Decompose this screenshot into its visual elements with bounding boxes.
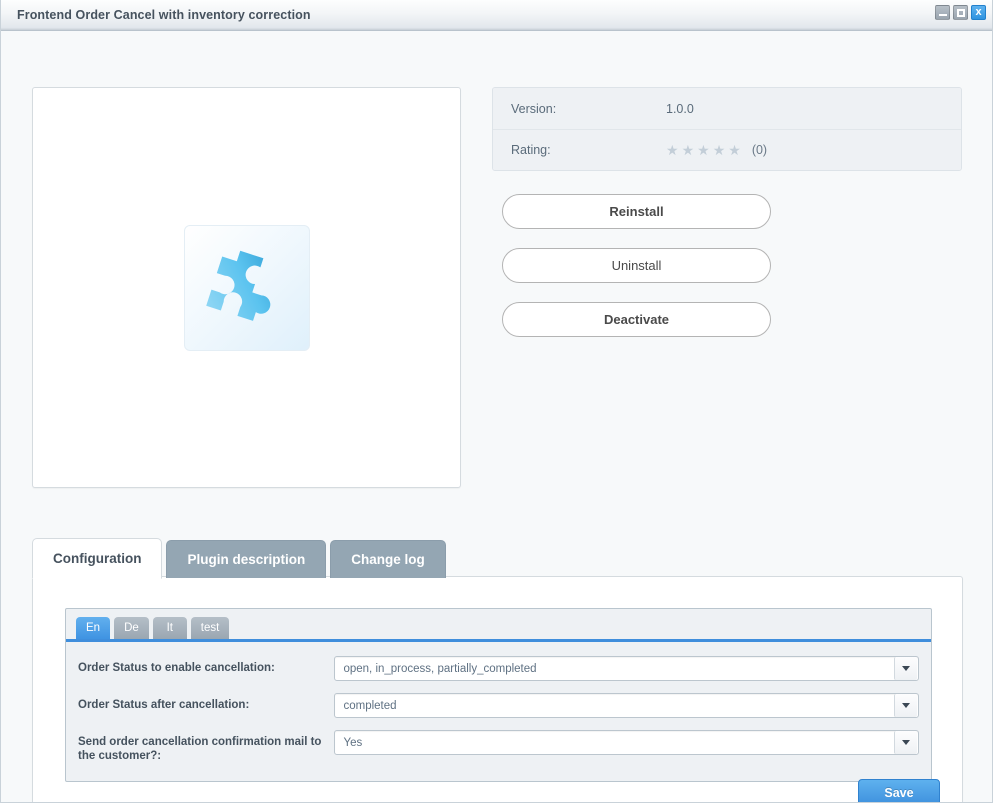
- window-title: Frontend Order Cancel with inventory cor…: [17, 8, 311, 22]
- form-row-order-status-enable: Order Status to enable cancellation: ope…: [78, 656, 919, 682]
- info-row-rating: Rating: ★ ★ ★ ★ ★ (0): [493, 129, 961, 170]
- reinstall-button[interactable]: Reinstall: [502, 194, 771, 229]
- star-icon[interactable]: ★: [682, 143, 695, 157]
- tab-change-log[interactable]: Change log: [330, 540, 446, 578]
- rating-count: (0): [751, 143, 768, 157]
- window-controls: x: [935, 5, 986, 20]
- close-button[interactable]: x: [971, 5, 986, 20]
- maximize-button[interactable]: [953, 5, 968, 20]
- configuration-form-box: En De It test Order Status to enable can…: [65, 608, 932, 782]
- send-mail-label: Send order cancellation confirmation mai…: [78, 736, 322, 762]
- lang-tab-test[interactable]: test: [190, 617, 230, 639]
- plugin-manager-window: Frontend Order Cancel with inventory cor…: [0, 0, 993, 803]
- form-row-order-status-after: Order Status after cancellation: complet…: [78, 693, 919, 719]
- order-status-enable-label: Order Status to enable cancellation:: [78, 662, 275, 674]
- lang-tab-en[interactable]: En: [76, 617, 111, 639]
- plugin-actions: Reinstall Uninstall Deactivate: [502, 194, 771, 337]
- save-button[interactable]: Save: [858, 779, 940, 802]
- lang-tab-de[interactable]: De: [114, 617, 149, 639]
- title-bar: Frontend Order Cancel with inventory cor…: [1, 0, 992, 31]
- minimize-button[interactable]: [935, 5, 950, 20]
- order-status-after-label: Order Status after cancellation:: [78, 699, 250, 711]
- star-icon[interactable]: ★: [728, 143, 741, 157]
- lang-tab-it[interactable]: It: [152, 617, 187, 639]
- star-rating[interactable]: ★ ★ ★ ★ ★: [666, 143, 741, 157]
- close-icon: x: [975, 6, 982, 18]
- main-tabs: Configuration Plugin description Change …: [32, 538, 446, 579]
- maximize-icon: [956, 8, 965, 17]
- order-status-enable-value: open, in_process, partially_completed: [343, 662, 537, 675]
- rating-value: ★ ★ ★ ★ ★ (0): [666, 143, 767, 157]
- chevron-down-icon[interactable]: [894, 694, 917, 717]
- language-tabs: En De It test: [66, 609, 931, 642]
- plugin-info-table: Version: 1.0.0 Rating: ★ ★ ★ ★ ★ (0): [492, 87, 962, 171]
- version-label: Version:: [511, 101, 557, 116]
- star-icon[interactable]: ★: [713, 143, 726, 157]
- minimize-icon: [938, 13, 947, 16]
- info-row-version: Version: 1.0.0: [493, 88, 961, 129]
- star-icon[interactable]: ★: [666, 143, 679, 157]
- send-mail-select[interactable]: Yes: [334, 730, 919, 755]
- chevron-down-icon[interactable]: [894, 657, 917, 680]
- plugin-preview-panel: [32, 87, 461, 488]
- order-status-after-select[interactable]: completed: [334, 693, 919, 718]
- order-status-after-value: completed: [343, 699, 397, 712]
- form-rows: Order Status to enable cancellation: ope…: [66, 642, 931, 781]
- puzzle-piece-icon: [205, 250, 270, 321]
- plugin-icon-box: [183, 224, 310, 351]
- version-value: 1.0.0: [666, 101, 694, 116]
- order-status-enable-select[interactable]: open, in_process, partially_completed: [334, 656, 919, 681]
- uninstall-button[interactable]: Uninstall: [502, 248, 771, 283]
- form-row-send-mail: Send order cancellation confirmation mai…: [78, 730, 919, 763]
- rating-label: Rating:: [511, 143, 551, 157]
- chevron-down-icon[interactable]: [894, 731, 917, 754]
- send-mail-value: Yes: [343, 736, 363, 749]
- deactivate-button[interactable]: Deactivate: [502, 302, 771, 337]
- configuration-panel: En De It test Order Status to enable can…: [32, 576, 963, 802]
- tab-configuration[interactable]: Configuration: [32, 538, 163, 579]
- save-row: Save: [858, 779, 940, 802]
- tab-plugin-description[interactable]: Plugin description: [166, 540, 327, 578]
- star-icon[interactable]: ★: [697, 143, 710, 157]
